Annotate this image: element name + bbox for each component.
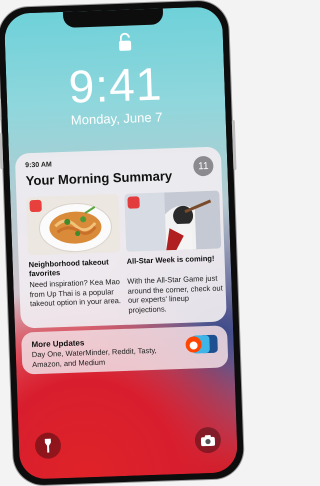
lock-screen: 9:41 Monday, June 7 9:30 AM Your Morning… bbox=[3, 6, 239, 480]
summary-time: 9:30 AM bbox=[25, 161, 52, 170]
side-button bbox=[0, 98, 2, 121]
side-button bbox=[0, 133, 4, 170]
phone-frame: 9:41 Monday, June 7 9:30 AM Your Morning… bbox=[0, 0, 245, 486]
more-updates-text: Day One, WaterMinder, Reddit, Tasty, Ama… bbox=[31, 345, 157, 369]
food-app-icon bbox=[29, 199, 42, 213]
app-icons-stack bbox=[185, 334, 218, 354]
story-body: With the All-Star Game just around the c… bbox=[127, 273, 223, 315]
story-title: Neighborhood takeout favorites bbox=[28, 257, 109, 279]
morning-summary-notification[interactable]: 9:30 AM Your Morning Summary 11 Neighbor… bbox=[14, 146, 227, 329]
camera-icon[interactable] bbox=[194, 426, 222, 454]
sports-app-icon bbox=[127, 196, 140, 209]
more-updates-notification[interactable]: More Updates Day One, WaterMinder, Reddi… bbox=[21, 325, 229, 375]
story-title: All-Star Week is coming! bbox=[126, 253, 215, 266]
story-body: Need inspiration? Kea Mao from Up Thai i… bbox=[29, 277, 122, 309]
takeout-food-image bbox=[26, 194, 121, 256]
clock-time: 9:41 bbox=[67, 57, 164, 113]
more-updates-title: More Updates bbox=[31, 338, 85, 350]
summary-title: Your Morning Summary bbox=[25, 168, 173, 189]
side-button bbox=[231, 119, 237, 171]
flashlight-icon[interactable] bbox=[34, 432, 62, 460]
sports-image bbox=[124, 190, 222, 252]
notch bbox=[62, 8, 164, 28]
lock-icon bbox=[119, 32, 132, 51]
notification-count-badge: 11 bbox=[193, 155, 214, 177]
